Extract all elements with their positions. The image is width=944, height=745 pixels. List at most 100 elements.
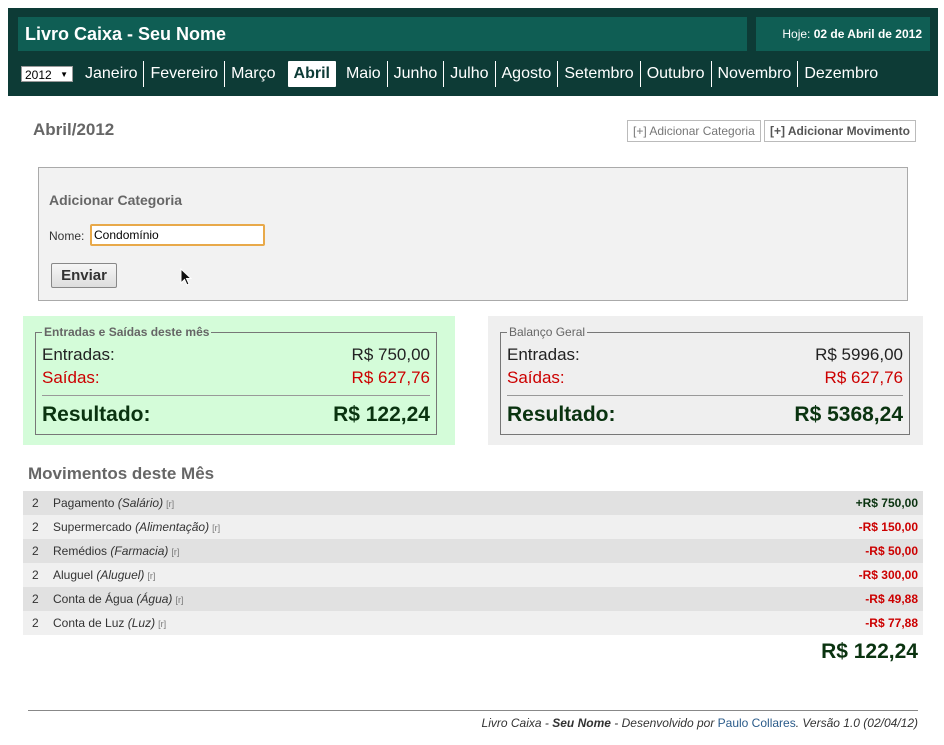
today-box: Hoje: 02 de Abril de 2012	[756, 17, 930, 51]
author-link[interactable]: Paulo Collares	[718, 716, 796, 730]
table-row: 2 Remédios (Farmacia) [r] -R$ 50,00	[23, 539, 923, 563]
movement-description: Conta de Luz (Luz) [r]	[53, 611, 166, 636]
table-row: 2 Aluguel (Aluguel) [r] -R$ 300,00	[23, 563, 923, 587]
month-in-value: R$ 750,00	[351, 345, 430, 364]
page-title: Abril/2012	[33, 120, 115, 139]
table-row: 2 Pagamento (Salário) [r] +R$ 750,00	[23, 491, 923, 515]
month-link-junho[interactable]: Junho	[388, 61, 445, 87]
today-date: 02 de Abril de 2012	[813, 27, 922, 41]
footer: Livro Caixa - Seu Nome - Desenvolvido po…	[482, 716, 918, 730]
movement-value: -R$ 49,88	[865, 592, 918, 606]
month-summary-legend: Entradas e Saídas deste mês	[42, 325, 212, 339]
add-category-form: Adicionar Categoria Nome: Condomínio Env…	[38, 167, 908, 301]
footer-app-name: Livro Caixa	[481, 716, 542, 730]
movement-day: 2	[32, 616, 39, 630]
category-name-input[interactable]: Condomínio	[90, 224, 265, 246]
movement-value: -R$ 300,00	[858, 568, 918, 582]
movement-category: (Água)	[136, 592, 173, 606]
month-link-novembro[interactable]: Novembro	[712, 61, 799, 87]
dropdown-arrow-icon: ▼	[60, 70, 68, 79]
footer-divider	[28, 710, 918, 711]
remove-link[interactable]: [r]	[212, 523, 220, 533]
today-prefix: Hoje:	[782, 27, 811, 41]
movement-name: Remédios	[53, 544, 108, 558]
movement-name: Pagamento	[53, 496, 115, 510]
add-movement-button[interactable]: [+] Adicionar Movimento	[764, 120, 916, 142]
movements-total: R$ 122,24	[821, 640, 918, 663]
month-result-value: R$ 122,24	[333, 403, 430, 426]
movement-value: -R$ 50,00	[865, 544, 918, 558]
footer-dev-text: - Desenvolvido por	[610, 716, 718, 730]
month-nav: 2012 ▼ Janeiro Fevereiro Março Abril Mai…	[21, 61, 884, 87]
movement-value: -R$ 150,00	[858, 520, 918, 534]
month-result-label: Resultado:	[42, 403, 151, 426]
month-summary-fieldset: Entradas e Saídas deste mês Entradas: R$…	[35, 325, 437, 435]
general-summary-panel: Balanço Geral Entradas: R$ 5996,00 Saída…	[488, 316, 923, 445]
month-summary-divider	[42, 395, 430, 396]
month-link-outubro[interactable]: Outubro	[641, 61, 712, 87]
month-in-label: Entradas:	[42, 345, 115, 364]
general-summary-divider	[507, 395, 903, 396]
submit-button[interactable]: Enviar	[51, 263, 117, 288]
mouse-cursor-icon	[180, 268, 192, 286]
form-title: Adicionar Categoria	[49, 192, 183, 208]
movement-value: -R$ 77,88	[865, 616, 918, 630]
movements-title: Movimentos deste Mês	[28, 464, 215, 483]
month-link-fevereiro[interactable]: Fevereiro	[144, 61, 226, 87]
movement-category: (Salário)	[117, 496, 164, 510]
general-in-label: Entradas:	[507, 345, 580, 364]
month-out-value: R$ 627,76	[351, 368, 430, 387]
movement-day: 2	[32, 544, 39, 558]
movement-description: Aluguel (Aluguel) [r]	[53, 563, 155, 588]
movement-name: Conta de Água	[53, 592, 134, 606]
year-value: 2012	[25, 68, 52, 82]
remove-link[interactable]: [r]	[171, 547, 179, 557]
month-link-setembro[interactable]: Setembro	[558, 61, 641, 87]
header: Livro Caixa - Seu Nome Hoje: 02 de Abril…	[8, 8, 938, 96]
remove-link[interactable]: [r]	[147, 571, 155, 581]
footer-sep: -	[541, 716, 553, 730]
footer-version: . Versão 1.0 (02/04/12)	[795, 716, 918, 730]
movement-name: Conta de Luz	[53, 616, 125, 630]
general-summary-fieldset: Balanço Geral Entradas: R$ 5996,00 Saída…	[500, 325, 910, 435]
movement-category: (Luz)	[127, 616, 156, 630]
movement-category: (Alimentação)	[135, 520, 210, 534]
table-row: 2 Supermercado (Alimentação) [r] -R$ 150,…	[23, 515, 923, 539]
remove-link[interactable]: [r]	[158, 619, 166, 629]
movement-day: 2	[32, 592, 39, 606]
movement-category: (Aluguel)	[96, 568, 145, 582]
month-link-julho[interactable]: Julho	[444, 61, 496, 87]
movement-description: Conta de Água (Água) [r]	[53, 587, 183, 612]
month-link-agosto[interactable]: Agosto	[496, 61, 559, 87]
movement-description: Pagamento (Salário) [r]	[53, 491, 174, 516]
remove-link[interactable]: [r]	[166, 499, 174, 509]
month-out-label: Saídas:	[42, 368, 100, 387]
year-select[interactable]: 2012 ▼	[21, 66, 73, 82]
app-title: Livro Caixa - Seu Nome	[18, 17, 747, 51]
name-label: Nome:	[49, 229, 85, 243]
movement-name: Supermercado	[53, 520, 132, 534]
add-category-button[interactable]: [+] Adicionar Categoria	[627, 120, 761, 142]
month-link-janeiro[interactable]: Janeiro	[79, 61, 145, 87]
movement-name: Aluguel	[53, 568, 94, 582]
general-out-label: Saídas:	[507, 368, 565, 387]
month-summary-panel: Entradas e Saídas deste mês Entradas: R$…	[23, 316, 455, 445]
general-result-label: Resultado:	[507, 403, 616, 426]
general-out-value: R$ 627,76	[824, 368, 903, 387]
month-link-dezembro[interactable]: Dezembro	[798, 61, 884, 87]
general-in-value: R$ 5996,00	[815, 345, 903, 364]
month-link-maio[interactable]: Maio	[340, 61, 388, 87]
month-link-marco[interactable]: Março	[225, 61, 281, 87]
movement-day: 2	[32, 496, 39, 510]
table-row: 2 Conta de Água (Água) [r] -R$ 49,88	[23, 587, 923, 611]
table-row: 2 Conta de Luz (Luz) [r] -R$ 77,88	[23, 611, 923, 635]
footer-owner: Seu Nome	[552, 716, 611, 730]
movement-day: 2	[32, 520, 39, 534]
movements-table: 2 Pagamento (Salário) [r] +R$ 750,00 2 Su…	[23, 491, 923, 635]
remove-link[interactable]: [r]	[175, 595, 183, 605]
general-summary-legend: Balanço Geral	[507, 325, 588, 339]
movement-category: (Farmacia)	[110, 544, 169, 558]
movement-day: 2	[32, 568, 39, 582]
movement-description: Remédios (Farmacia) [r]	[53, 539, 179, 564]
month-link-abril[interactable]: Abril	[287, 61, 336, 87]
